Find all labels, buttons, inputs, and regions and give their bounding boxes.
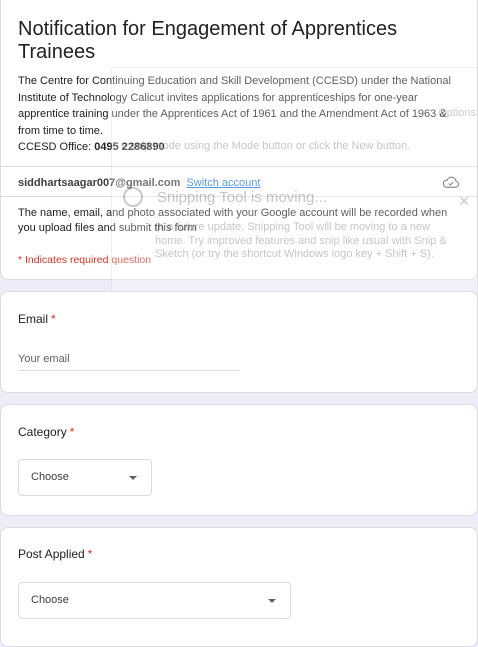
question-card-category: Category * Choose bbox=[0, 404, 478, 516]
account-email: siddhartsaagar007@gmail.com bbox=[18, 177, 181, 189]
question-card-email: Email * bbox=[0, 291, 478, 393]
divider bbox=[1, 166, 478, 167]
email-input[interactable] bbox=[18, 348, 240, 371]
office-phone: 0495 2286890 bbox=[94, 141, 165, 153]
account-notice: The name, email, and photo associated wi… bbox=[18, 207, 448, 234]
question-title: Email bbox=[18, 312, 49, 326]
question-label: Post Applied * bbox=[18, 547, 92, 561]
required-note: * Indicates required question bbox=[18, 254, 152, 266]
category-dropdown[interactable]: Choose bbox=[18, 459, 152, 496]
required-star: * bbox=[69, 425, 75, 439]
divider bbox=[1, 196, 478, 197]
cloud-saved-icon bbox=[442, 176, 460, 188]
account-row: siddhartsaagar007@gmail.com Switch accou… bbox=[18, 176, 260, 190]
dropdown-arrow-icon bbox=[129, 476, 137, 480]
question-card-post: Post Applied * Choose bbox=[0, 527, 478, 647]
dropdown-arrow-icon bbox=[268, 599, 276, 603]
dropdown-value: Choose bbox=[31, 594, 69, 606]
form-title: Notification for Engagement of Apprentic… bbox=[18, 18, 398, 63]
required-star: * bbox=[51, 312, 56, 326]
form-header-card: Notification for Engagement of Apprentic… bbox=[0, 0, 478, 280]
office-contact: CCESD Office: 0495 2286890 bbox=[18, 140, 165, 154]
question-label: Category * bbox=[18, 425, 74, 439]
post-applied-dropdown[interactable]: Choose bbox=[18, 582, 291, 619]
office-label: CCESD Office: bbox=[18, 141, 92, 153]
dropdown-value: Choose bbox=[31, 471, 69, 483]
question-title: Category bbox=[18, 425, 67, 439]
form-description: The Centre for Continuing Education and … bbox=[18, 75, 451, 137]
question-label: Email * bbox=[18, 312, 56, 326]
question-title: Post Applied bbox=[18, 547, 85, 561]
required-star: * bbox=[87, 547, 93, 561]
switch-account-link[interactable]: Switch account bbox=[186, 177, 260, 189]
